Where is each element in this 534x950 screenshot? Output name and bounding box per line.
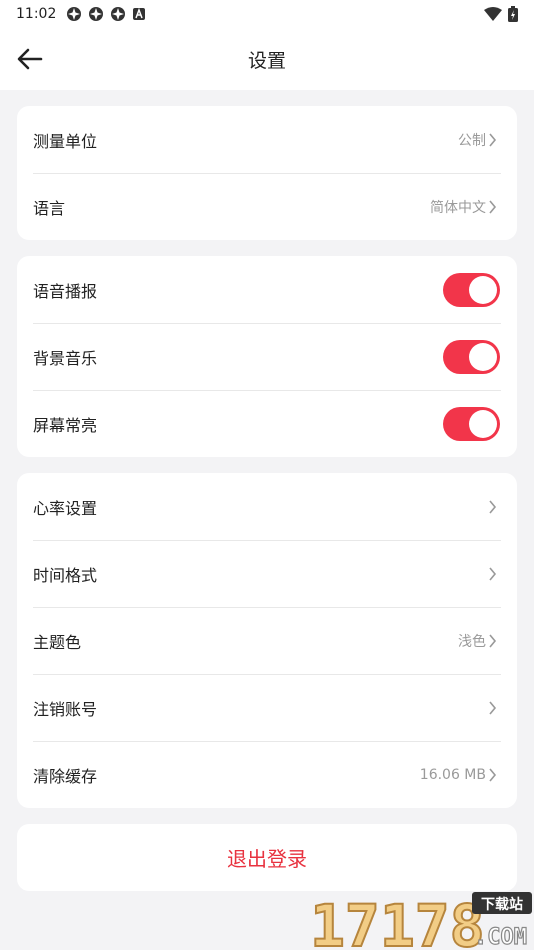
setting-label: 语言 xyxy=(33,198,66,218)
setting-row-delete-account[interactable]: 注销账号 xyxy=(17,674,517,741)
chevron-right-icon xyxy=(488,633,500,648)
setting-row-heart-rate[interactable]: 心率设置 xyxy=(17,473,517,540)
logout-button[interactable]: 退出登录 xyxy=(17,824,517,891)
setting-row-time-format[interactable]: 时间格式 xyxy=(17,540,517,607)
setting-row-measure-unit[interactable]: 测量单位 公制 xyxy=(17,106,517,173)
svg-text:下载站: 下载站 xyxy=(481,896,523,913)
setting-row-voice-broadcast: 语音播报 xyxy=(17,256,517,323)
wifi-icon xyxy=(484,7,502,21)
logout-label: 退出登录 xyxy=(227,847,307,871)
keyboard-a-icon xyxy=(133,7,146,20)
chevron-right-icon xyxy=(488,767,500,782)
page-title: 设置 xyxy=(247,49,286,72)
setting-row-clear-cache[interactable]: 清除缓存 16.06 MB xyxy=(17,741,517,808)
voice-broadcast-toggle[interactable] xyxy=(443,272,500,307)
app-notification-icon xyxy=(89,7,104,21)
setting-label: 心率设置 xyxy=(33,498,98,518)
chevron-right-icon xyxy=(488,700,500,715)
setting-label: 时间格式 xyxy=(33,565,98,585)
setting-label: 主题色 xyxy=(33,632,82,652)
status-time: 11:02 xyxy=(16,6,57,22)
site-watermark-logo: 17178 下载站 .COM xyxy=(309,891,532,950)
setting-label: 注销账号 xyxy=(33,699,98,719)
chevron-right-icon xyxy=(488,499,500,514)
setting-value: 简体中文 xyxy=(430,199,486,216)
chevron-right-icon xyxy=(488,566,500,581)
setting-value: 16.06 MB xyxy=(419,766,486,783)
setting-label: 清除缓存 xyxy=(33,766,98,786)
setting-label: 屏幕常亮 xyxy=(33,415,98,435)
app-notification-icon xyxy=(111,7,126,21)
setting-label: 语音播报 xyxy=(33,281,98,301)
settings-group-toggles: 语音播报 背景音乐 屏幕常亮 xyxy=(17,256,517,457)
settings-group-general: 心率设置 时间格式 主题色 浅色 注销账号 清除缓存 16.06 MB xyxy=(17,473,517,808)
svg-text:17178: 17178 xyxy=(310,892,485,950)
setting-row-background-music: 背景音乐 xyxy=(17,323,517,390)
background-music-toggle[interactable] xyxy=(443,339,500,374)
setting-value: 公制 xyxy=(458,132,486,149)
back-button[interactable] xyxy=(14,43,46,75)
app-bar: 设置 xyxy=(0,28,534,90)
setting-row-language[interactable]: 语言 简体中文 xyxy=(17,173,517,240)
back-arrow-icon xyxy=(17,48,43,70)
setting-label: 测量单位 xyxy=(33,131,98,151)
app-notification-icon xyxy=(67,7,82,21)
battery-charging-icon xyxy=(508,6,518,22)
setting-row-theme-color[interactable]: 主题色 浅色 xyxy=(17,607,517,674)
screen-on-toggle[interactable] xyxy=(443,406,500,441)
status-bar: 11:02 xyxy=(0,0,534,28)
setting-value: 浅色 xyxy=(458,633,486,650)
svg-text:.COM: .COM xyxy=(474,925,527,950)
setting-row-screen-on: 屏幕常亮 xyxy=(17,390,517,457)
chevron-right-icon xyxy=(488,132,500,147)
chevron-right-icon xyxy=(488,199,500,214)
system-icons xyxy=(484,6,518,22)
setting-label: 背景音乐 xyxy=(33,348,98,368)
notification-icons xyxy=(66,6,146,22)
settings-group-units: 测量单位 公制 语言 简体中文 xyxy=(17,106,517,240)
